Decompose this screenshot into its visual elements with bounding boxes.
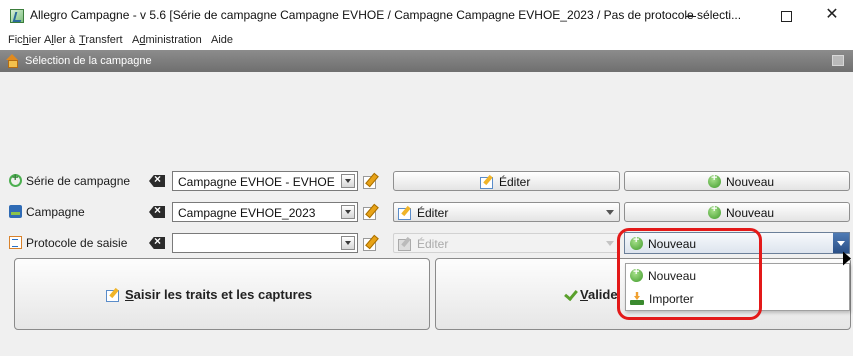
- protocole-icon: [9, 236, 22, 249]
- serie-new-button[interactable]: Nouveau: [624, 171, 850, 191]
- menu-aller-a[interactable]: Aller à: [44, 34, 75, 46]
- chevron-down-icon[interactable]: [604, 206, 616, 218]
- campagne-combo-value: Campagne EVHOE_2023: [178, 206, 316, 220]
- protocole-combo[interactable]: [172, 233, 358, 253]
- add-icon: [708, 172, 721, 188]
- serie-edit-icon[interactable]: [363, 173, 379, 189]
- menu-transfert[interactable]: Transfert: [79, 34, 123, 46]
- protocole-label-text: Protocole de saisie: [26, 236, 128, 250]
- campagne-edit-label: Éditer: [417, 206, 449, 220]
- campagne-label: Campagne: [9, 205, 85, 219]
- edit-icon: [480, 175, 494, 189]
- highlight-annotation: [617, 228, 762, 320]
- valider-label: alide: [587, 287, 618, 302]
- menu-transfert-post: ransfert: [85, 34, 123, 46]
- maximize-button[interactable]: [763, 0, 809, 32]
- window-title: Allegro Campagne - v 5.6 [Série de campa…: [30, 8, 742, 22]
- protocole-label: Protocole de saisie: [9, 236, 127, 250]
- campagne-new-button[interactable]: Nouveau: [624, 202, 850, 222]
- campagne-new-label: Nouveau: [726, 206, 775, 220]
- menu-administration[interactable]: Administration: [132, 34, 202, 46]
- chevron-down-icon[interactable]: [341, 174, 355, 188]
- chevron-down-icon: [604, 237, 616, 249]
- protocole-edit-label: Éditer: [417, 237, 449, 251]
- edit-icon: [398, 237, 412, 251]
- menu-fichier-pre: Fic: [8, 34, 23, 46]
- campagne-combo[interactable]: Campagne EVHOE_2023: [172, 202, 358, 222]
- close-button[interactable]: ✕: [809, 0, 853, 32]
- check-icon: [564, 288, 576, 300]
- menu-aller-post: ler à: [53, 34, 76, 46]
- mouse-cursor-icon: [843, 253, 853, 269]
- panel-title: Sélection de la campagne: [25, 55, 152, 67]
- chevron-down-icon[interactable]: [833, 233, 849, 253]
- valider-accel: V: [580, 287, 588, 302]
- serie-combo[interactable]: Campagne EVHOE - EVHOE: [172, 171, 358, 191]
- serie-icon: [9, 172, 22, 187]
- serie-combo-value: Campagne EVHOE - EVHOE: [178, 175, 335, 189]
- home-icon: [5, 54, 19, 68]
- minimize-button[interactable]: [669, 0, 715, 32]
- serie-edit-label: Éditer: [499, 175, 531, 189]
- panel-header: Sélection de la campagne: [0, 50, 853, 72]
- serie-label-text: Série de campagne: [26, 174, 131, 188]
- menu-fichier-post: ier: [28, 34, 42, 46]
- serie-edit-button[interactable]: Éditer: [393, 171, 620, 191]
- add-icon: [708, 203, 721, 219]
- chevron-down-icon[interactable]: [341, 236, 355, 250]
- app-icon: [10, 9, 24, 23]
- title-bar: Allegro Campagne - v 5.6 [Série de campa…: [0, 0, 853, 32]
- panel-options-icon[interactable]: [832, 55, 844, 66]
- serie-label: Série de campagne: [9, 172, 131, 188]
- chevron-down-icon[interactable]: [341, 205, 355, 219]
- serie-new-label: Nouveau: [726, 175, 775, 189]
- menu-aide[interactable]: Aide: [211, 34, 233, 46]
- menu-fichier[interactable]: Fichier: [8, 34, 41, 46]
- campagne-edit-icon[interactable]: [363, 204, 379, 220]
- protocole-edit-select: Éditer: [393, 233, 620, 253]
- edit-icon: [106, 288, 120, 302]
- saisir-button[interactable]: Saisir les traits et les captures: [14, 258, 430, 330]
- menu-admin-post: ministration: [145, 34, 202, 46]
- saisir-accel: S: [125, 287, 134, 302]
- menu-bar: Fichier Aller à Transfert Administration…: [0, 32, 853, 50]
- menu-aide-label: Aide: [211, 34, 234, 46]
- protocole-edit-icon[interactable]: [363, 235, 379, 251]
- campagne-icon: [9, 205, 22, 218]
- saisir-label: aisir les traits et les captures: [133, 287, 313, 302]
- campagne-edit-select[interactable]: Éditer: [393, 202, 620, 222]
- campagne-label-text: Campagne: [26, 205, 85, 219]
- edit-icon: [398, 206, 412, 220]
